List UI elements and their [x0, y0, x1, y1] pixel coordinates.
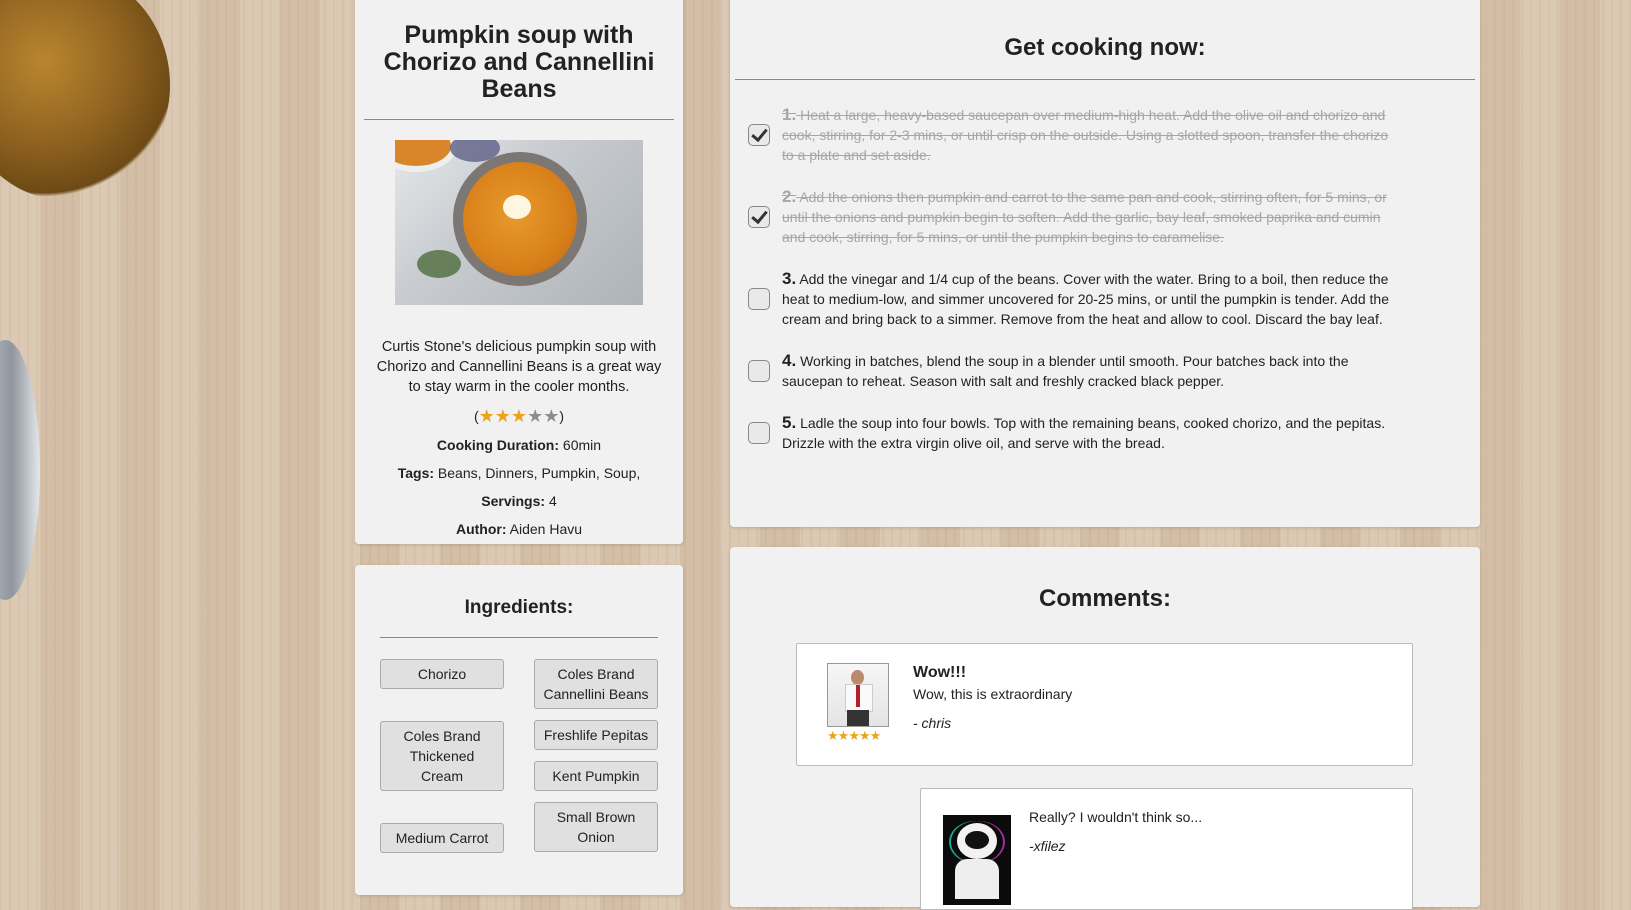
divider [364, 119, 674, 120]
step-number: 1. [782, 105, 797, 124]
star-icon: ★ [858, 728, 871, 743]
divider [380, 637, 658, 638]
ingredient-button[interactable]: Coles Brand Thickened Cream [380, 721, 504, 791]
step-item: 4. Working in batches, blend the soup in… [730, 351, 1480, 391]
comment-reply: Really? I wouldn't think so... -xfilez [920, 788, 1413, 910]
star-icon: ★ [543, 406, 560, 426]
step-instruction: Ladle the soup into four bowls. Top with… [782, 415, 1386, 451]
ingredient-button[interactable]: Kent Pumpkin [534, 761, 658, 791]
cooking-duration: Cooking Duration: 60min [355, 437, 683, 453]
step-checkbox[interactable] [748, 206, 770, 228]
step-item: 1. Heat a large, heavy-based saucepan ov… [730, 105, 1480, 165]
ingredients-title: Ingredients: [464, 597, 574, 618]
step-text: 5. Ladle the soup into four bowls. Top w… [782, 413, 1392, 453]
tag-list: Beans, Dinners, Pumpkin, Soup, [438, 465, 640, 481]
recipe-title: Pumpkin soup with Chorizo and Cannellini… [383, 21, 655, 103]
rating-stars: ★★★★★ [479, 407, 560, 425]
decorative-herb-image [0, 0, 170, 200]
tag-link[interactable]: Soup [604, 465, 637, 481]
ingredient-button[interactable]: Small Brown Onion [534, 802, 658, 852]
rating-close-paren: ) [559, 408, 565, 424]
recipe-description: Curtis Stone's delicious pumpkin soup wi… [376, 339, 662, 395]
comment-title: Wow!!! [913, 664, 967, 681]
comment-author: -xfilez [1029, 838, 1066, 854]
step-instruction: Working in batches, blend the soup in a … [782, 353, 1349, 389]
recipe-tags: Tags: Beans, Dinners, Pumpkin, Soup, [355, 465, 683, 481]
ingredient-button[interactable]: Freshlife Pepitas [534, 720, 658, 750]
ingredients-right-column: Coles Brand Cannellini Beans Freshlife Pe… [534, 659, 658, 853]
step-checkbox[interactable] [748, 422, 770, 444]
author-name: Aiden Havu [509, 521, 583, 537]
servings-value: 4 [548, 493, 557, 509]
tags-label: Tags: [397, 465, 435, 481]
step-checkbox[interactable] [748, 124, 770, 146]
ingredient-button[interactable]: Chorizo [380, 659, 504, 689]
step-number: 2. [782, 187, 797, 206]
tag-link[interactable]: Pumpkin [541, 465, 595, 481]
ingredient-button[interactable]: Medium Carrot [380, 823, 504, 853]
steps-list: 1. Heat a large, heavy-based saucepan ov… [730, 105, 1480, 453]
ingredients-card: Ingredients: Chorizo Coles Brand Thickene… [355, 565, 683, 895]
tag-separator: , [636, 465, 641, 481]
step-item: 5. Ladle the soup into four bowls. Top w… [730, 413, 1480, 453]
recipe-rating: ( ★★★★★ ) [355, 407, 683, 425]
cooking-duration-value: 60min [562, 437, 602, 453]
avatar[interactable] [827, 663, 889, 727]
star-icon: ★ [510, 406, 528, 426]
comment-body: Really? I wouldn't think so... [1029, 809, 1203, 825]
steps-card: Get cooking now: 1. Heat a large, heavy-… [730, 0, 1480, 527]
step-instruction: Add the vinegar and 1/4 cup of the beans… [782, 271, 1389, 327]
star-icon: ★ [827, 728, 839, 743]
comments-card: Comments: ★★★★★ Wow!!! Wow, this is extr… [730, 547, 1480, 910]
step-checkbox[interactable] [748, 360, 770, 382]
star-icon: ★ [478, 406, 495, 426]
step-number: 4. [782, 351, 797, 370]
steps-title: Get cooking now: [1004, 34, 1206, 61]
author: Author: Aiden Havu [355, 521, 683, 537]
step-number: 3. [782, 269, 797, 288]
ingredients-left-column: Chorizo Coles Brand Thickened Cream Medium… [380, 659, 504, 853]
step-item: 3. Add the vinegar and 1/4 cup of the be… [730, 269, 1480, 329]
star-icon: ★ [837, 728, 850, 743]
comments-title: Comments: [1038, 585, 1171, 612]
recipe-card: Pumpkin soup with Chorizo and Cannellini… [355, 0, 683, 544]
divider [735, 79, 1475, 80]
comment-body: Wow, this is extraordinary [913, 686, 1073, 702]
ingredient-button[interactable]: Coles Brand Cannellini Beans [534, 659, 658, 709]
star-icon: ★ [527, 406, 544, 426]
step-instruction: Add the onions then pumpkin and carrot t… [782, 189, 1387, 245]
recipe-photo [395, 140, 643, 305]
tag-link[interactable]: Dinners [485, 465, 533, 481]
cooking-duration-label: Cooking Duration: [436, 437, 560, 453]
author-label: Author: [455, 521, 507, 537]
decorative-fish-image [0, 340, 40, 600]
comment-author: - chris [913, 715, 952, 731]
step-text: 1. Heat a large, heavy-based saucepan ov… [782, 105, 1392, 165]
step-item: 2. Add the onions then pumpkin and carro… [730, 187, 1480, 247]
step-checkbox[interactable] [748, 288, 770, 310]
servings: Servings: 4 [355, 493, 683, 509]
star-icon: ★ [869, 728, 882, 743]
step-number: 5. [782, 413, 797, 432]
star-icon: ★ [848, 728, 860, 743]
star-icon: ★ [494, 406, 511, 426]
comment: ★★★★★ Wow!!! Wow, this is extraordinary … [796, 643, 1413, 766]
tag-separator: , [595, 465, 604, 481]
step-instruction: Heat a large, heavy-based saucepan over … [782, 107, 1389, 163]
step-text: 3. Add the vinegar and 1/4 cup of the be… [782, 269, 1392, 329]
servings-label: Servings: [481, 493, 546, 509]
avatar[interactable] [943, 815, 1011, 905]
tag-link[interactable]: Beans [438, 465, 478, 481]
comment-rating-stars: ★★★★★ [827, 728, 882, 744]
step-text: 2. Add the onions then pumpkin and carro… [782, 187, 1392, 247]
step-text: 4. Working in batches, blend the soup in… [782, 351, 1392, 391]
